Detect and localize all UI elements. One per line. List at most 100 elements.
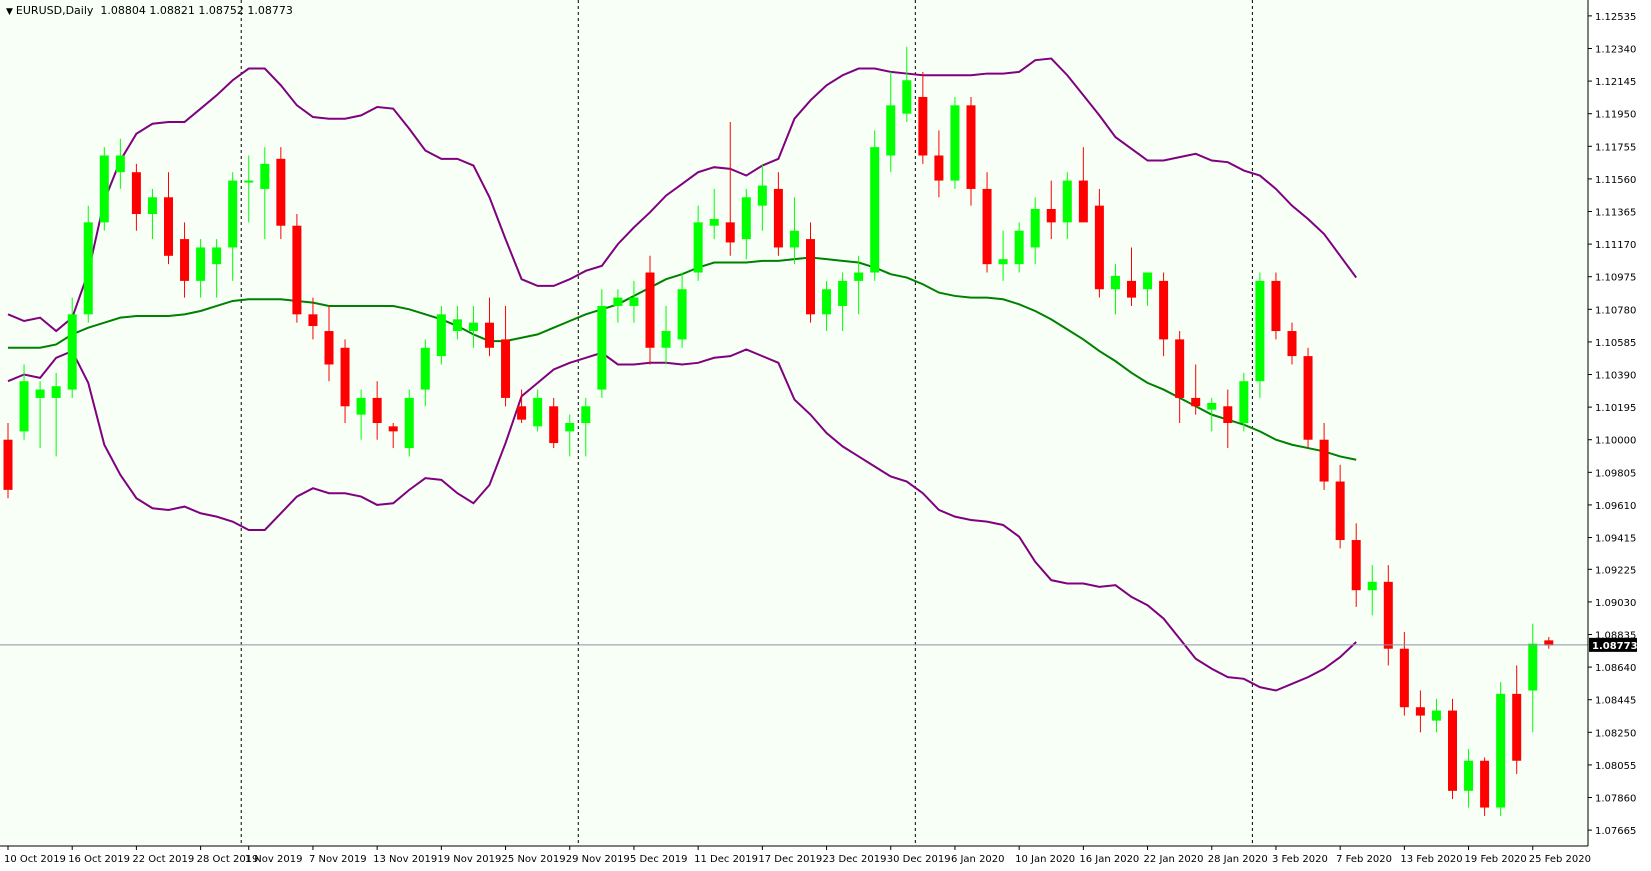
- candle-body: [709, 219, 719, 226]
- candle-body: [436, 314, 446, 357]
- price-tick-label: 1.10585: [1595, 338, 1636, 349]
- candle-body: [966, 105, 976, 189]
- candle-body: [212, 247, 222, 265]
- plot-background: [0, 0, 1588, 846]
- time-tick-label: 28 Jan 2020: [1208, 854, 1268, 865]
- candle-body: [918, 96, 928, 156]
- candle-body: [1496, 693, 1506, 808]
- candle-body: [1078, 180, 1088, 223]
- candle-body: [19, 381, 29, 432]
- candle-body: [147, 197, 157, 215]
- candle-body: [950, 105, 960, 181]
- symbol-header[interactable]: ▼ EURUSD,Daily 1.08804 1.08821 1.08752 1.…: [6, 4, 293, 17]
- candle-body: [934, 155, 944, 181]
- price-tick-label: 1.10975: [1595, 273, 1636, 284]
- time-tick-label: 16 Jan 2020: [1079, 854, 1139, 865]
- price-tick-label: 1.10780: [1595, 305, 1636, 316]
- candle: [276, 147, 286, 240]
- price-tick-label: 1.10390: [1595, 371, 1636, 382]
- candle-body: [581, 406, 591, 423]
- candle-body: [517, 406, 527, 420]
- candle-body: [1143, 272, 1153, 290]
- candle-body: [388, 426, 398, 432]
- candle-body: [372, 397, 382, 423]
- candle-body: [1255, 280, 1265, 382]
- candle-body: [420, 347, 430, 390]
- price-chart[interactable]: 1.12535 1.12340 1.12145 1.11950 1.11755 1.115…: [0, 0, 1651, 871]
- candle: [1271, 272, 1281, 340]
- candle-body: [1383, 581, 1393, 649]
- candle-body: [1271, 280, 1281, 332]
- candle-body: [693, 222, 703, 273]
- candle-body: [757, 185, 767, 206]
- candle-body: [115, 155, 125, 173]
- candle-body: [1110, 275, 1120, 290]
- candle-body: [549, 406, 559, 444]
- price-tick-label: 1.11365: [1595, 208, 1636, 219]
- price-tick-label: 1.10000: [1595, 436, 1636, 447]
- time-tick-label: 29 Nov 2019: [566, 854, 630, 865]
- candle: [1239, 372, 1249, 432]
- price-tick-label: 1.09415: [1595, 534, 1636, 545]
- candle-body: [854, 272, 864, 281]
- candle: [1480, 757, 1490, 816]
- time-axis[interactable]: 10 Oct 2019 16 Oct 2019 22 Oct 2019 28 Oct …: [0, 845, 1591, 865]
- candle-body: [485, 322, 494, 348]
- candle-body: [1351, 540, 1361, 591]
- price-tick-label: 1.11560: [1595, 175, 1636, 186]
- price-axis[interactable]: 1.12535 1.12340 1.12145 1.11950 1.11755 1.115…: [1587, 0, 1638, 846]
- candle-body: [886, 105, 896, 156]
- candle-body: [661, 331, 671, 348]
- time-tick-label: 19 Nov 2019: [437, 854, 501, 865]
- price-tick-label: 1.12535: [1595, 12, 1636, 23]
- candle-body: [228, 180, 238, 248]
- candle: [950, 96, 960, 189]
- candle-body: [83, 222, 93, 315]
- price-tick-label: 1.11755: [1595, 142, 1636, 153]
- price-tick-label: 1.11950: [1595, 110, 1636, 121]
- candle-body: [998, 259, 1008, 265]
- time-tick-label: 25 Nov 2019: [502, 854, 566, 865]
- price-tick-label: 1.09030: [1595, 598, 1636, 609]
- candle-body: [741, 197, 751, 240]
- candle-body: [629, 297, 639, 306]
- candle: [870, 130, 880, 281]
- price-tick-label: 1.09610: [1595, 501, 1636, 512]
- candle-body: [1415, 707, 1425, 716]
- candle-body: [468, 322, 478, 332]
- candle-body: [1464, 760, 1474, 791]
- candle-body: [164, 197, 173, 256]
- candle-body: [1046, 208, 1056, 223]
- time-tick-label: 7 Feb 2020: [1336, 854, 1392, 865]
- price-tick-label: 1.08250: [1595, 728, 1636, 739]
- candle-body: [1335, 481, 1345, 541]
- price-tick-label: 1.07665: [1595, 826, 1636, 837]
- candle-body: [196, 247, 206, 281]
- candle-body: [1399, 648, 1409, 708]
- candle-body: [773, 188, 783, 248]
- collapse-triangle-icon[interactable]: ▼: [6, 7, 13, 17]
- time-tick-label: 30 Dec 2019: [887, 854, 951, 865]
- price-tick-label: 1.10195: [1595, 403, 1636, 414]
- candle-body: [276, 158, 286, 226]
- chart-window[interactable]: 1.12535 1.12340 1.12145 1.11950 1.11755 1.115…: [0, 0, 1651, 871]
- candle-body: [1014, 230, 1024, 265]
- candle-body: [1159, 280, 1169, 340]
- price-tick-label: 1.08640: [1595, 663, 1636, 674]
- candle-body: [260, 163, 270, 189]
- time-tick-label: 6 Jan 2020: [951, 854, 1005, 865]
- candle-body: [725, 222, 735, 243]
- candle-body: [645, 272, 655, 348]
- candle-body: [501, 339, 511, 398]
- price-tick-label: 1.09805: [1595, 468, 1636, 479]
- candle-body: [1287, 331, 1297, 357]
- candle-body: [1207, 402, 1217, 410]
- price-tick-label: 1.08055: [1595, 761, 1636, 772]
- candle-body: [308, 314, 318, 327]
- candle: [1303, 347, 1313, 449]
- candle-body: [806, 239, 815, 315]
- time-tick-label: 17 Dec 2019: [758, 854, 822, 865]
- candle-body: [1127, 280, 1136, 298]
- candle-body: [1431, 710, 1441, 721]
- time-tick-label: 16 Oct 2019: [68, 854, 130, 865]
